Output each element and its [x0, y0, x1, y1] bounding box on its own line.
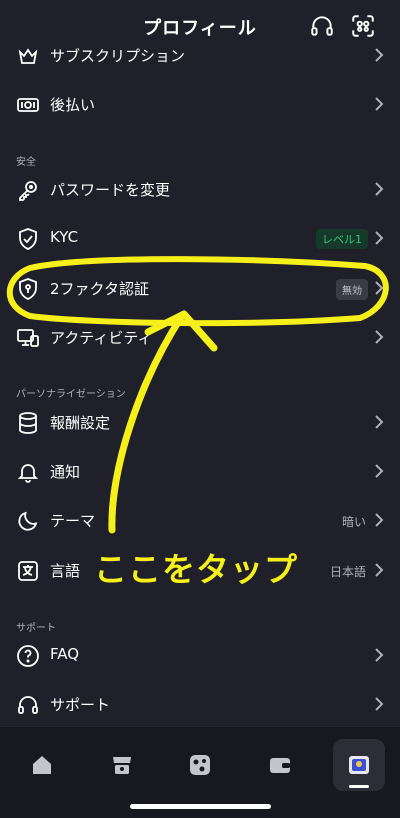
headset-icon [16, 693, 40, 717]
key-icon [16, 178, 40, 202]
language-value: 日本語 [329, 565, 366, 579]
menu-label: テーマ [50, 512, 96, 530]
tab-wallet[interactable] [254, 739, 306, 791]
home-icon [33, 756, 51, 774]
menu-label: 報酬設定 [50, 414, 111, 432]
moon-icon [16, 509, 40, 533]
menu-label: KYC [50, 228, 79, 246]
menu-label: サブスクリプション [50, 47, 186, 65]
tab-home[interactable] [16, 739, 68, 791]
menu-item-reward-settings[interactable]: 報酬設定 [0, 399, 400, 447]
profile-icon [349, 756, 369, 774]
menu-item-notifications[interactable]: 通知 [0, 448, 400, 496]
language-icon [16, 559, 40, 583]
bell-icon [16, 460, 40, 484]
section-header-personalization: パーソナライゼーション [16, 389, 126, 400]
menu-item-activity[interactable]: アクティビティ [0, 314, 400, 362]
chevron-right-icon [374, 413, 384, 431]
tab-trade[interactable] [174, 739, 226, 791]
chevron-right-icon [374, 561, 384, 579]
menu-item-support[interactable]: サポート [0, 681, 400, 729]
menu-item-change-password[interactable]: パスワードを変更 [0, 166, 400, 214]
chevron-right-icon [374, 229, 384, 247]
menu-label: 後払い [50, 96, 96, 114]
chevron-right-icon [374, 95, 384, 113]
tab-market[interactable] [96, 739, 148, 791]
devices-icon [16, 326, 40, 350]
chevron-right-icon [374, 328, 384, 346]
twofa-status-badge: 無効 [336, 279, 368, 300]
question-icon [16, 644, 40, 668]
chevron-right-icon [374, 695, 384, 713]
menu-item-subscription[interactable]: サブスクリプション [0, 32, 400, 80]
chevron-right-icon [374, 279, 384, 297]
menu-label: パスワードを変更 [50, 181, 171, 199]
menu-item-faq[interactable]: FAQ [0, 632, 400, 680]
home-indicator [130, 804, 271, 809]
shield-check-icon [16, 227, 40, 251]
trade-icon [190, 755, 210, 775]
chevron-right-icon [374, 646, 384, 664]
tab-profile[interactable] [333, 739, 385, 791]
menu-item-theme[interactable]: テーマ 暗い [0, 497, 400, 545]
menu-label: FAQ [50, 645, 80, 663]
menu-label: アクティビティ [50, 329, 153, 347]
crown-icon [16, 44, 40, 68]
annotation-text: ここをタップ [94, 550, 298, 589]
menu-item-deferred-payment[interactable]: 後払い [0, 81, 400, 129]
chevron-right-icon [374, 511, 384, 529]
database-icon [16, 411, 40, 435]
menu-item-two-factor-auth[interactable]: 2ファクタ認証 無効 [0, 265, 400, 313]
active-tab-indicator [349, 785, 369, 788]
wallet-icon [270, 758, 290, 773]
menu-label: 2ファクタ認証 [50, 280, 149, 298]
kyc-level-badge: レベル1 [316, 229, 368, 249]
card-icon [16, 93, 40, 117]
menu-label: サポート [50, 696, 111, 714]
shield-key-icon [16, 277, 40, 301]
menu-label: 言語 [50, 562, 81, 580]
chevron-right-icon [374, 462, 384, 480]
menu-item-kyc[interactable]: KYC レベル1 [0, 215, 400, 263]
theme-value: 暗い [341, 515, 366, 529]
chevron-right-icon [374, 46, 384, 64]
chevron-right-icon [374, 180, 384, 198]
menu-label: 通知 [50, 463, 81, 481]
market-icon [113, 757, 131, 774]
